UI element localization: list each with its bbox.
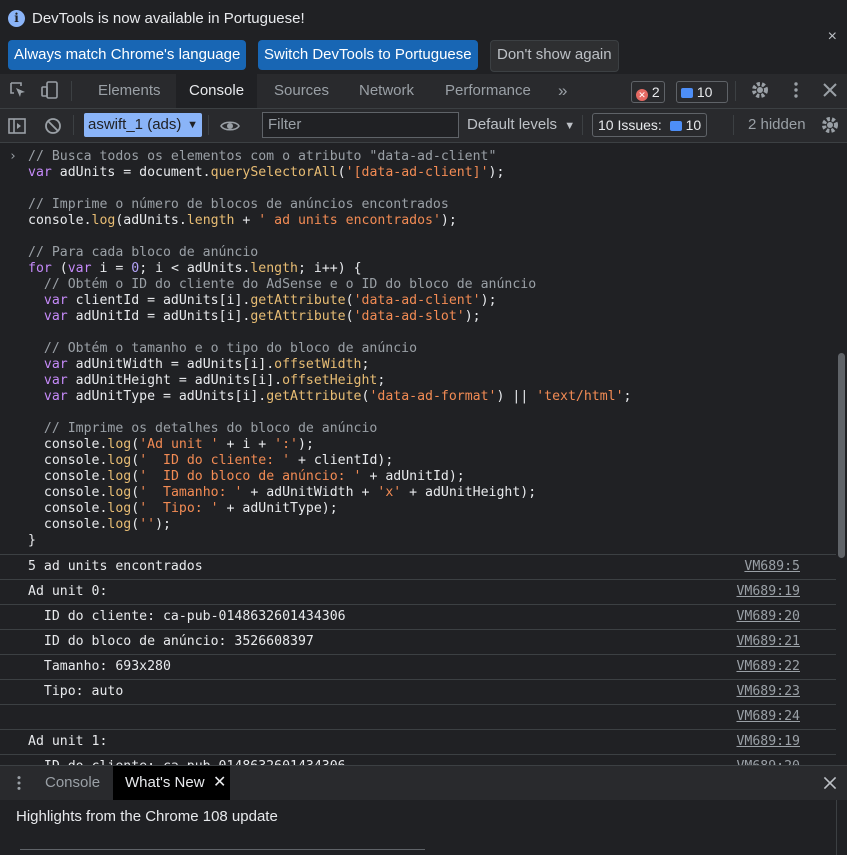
code-input-block[interactable]: ›// Busca todos os elementos com o atrib… bbox=[0, 143, 836, 549]
close-devtools-icon[interactable] bbox=[820, 80, 840, 100]
divider bbox=[20, 849, 425, 850]
log-levels-label: Default levels bbox=[467, 116, 558, 133]
more-options-icon[interactable] bbox=[786, 80, 806, 100]
error-icon: ✕ bbox=[636, 89, 648, 101]
close-tab-icon[interactable]: ✕ bbox=[213, 766, 226, 800]
device-toolbar-icon[interactable] bbox=[40, 80, 60, 100]
whats-new-title: Highlights from the Chrome 108 update bbox=[16, 808, 278, 825]
log-row: 5 ad units encontrados VM689:5 bbox=[0, 554, 836, 579]
tab-elements[interactable]: Elements bbox=[85, 74, 174, 108]
issues-count: 10 bbox=[685, 117, 702, 133]
language-infobar: i DevTools is now available in Portugues… bbox=[0, 0, 847, 75]
drawer-scrollbar[interactable] bbox=[836, 800, 847, 855]
separator bbox=[71, 81, 72, 101]
log-levels-dropdown[interactable]: Default levels ▼ bbox=[467, 116, 575, 133]
message-icon bbox=[669, 121, 682, 131]
drawer-menu-icon[interactable] bbox=[10, 774, 28, 792]
separator bbox=[735, 81, 736, 101]
source-link[interactable]: VM689:24 bbox=[736, 705, 800, 729]
drawer-tab-whats-new[interactable]: What's New ✕ bbox=[113, 766, 230, 800]
log-row: ID do cliente: ca-pub-0148632601434306VM… bbox=[0, 754, 836, 765]
dropdown-arrow-icon: ▼ bbox=[564, 120, 576, 132]
log-row: Tipo: auto VM689:23 bbox=[0, 679, 836, 704]
source-link[interactable]: VM689:20 bbox=[736, 605, 800, 629]
drawer-tab-console[interactable]: Console bbox=[45, 766, 100, 800]
tab-network[interactable]: Network bbox=[346, 74, 427, 108]
separator bbox=[733, 115, 734, 135]
tab-performance[interactable]: Performance bbox=[432, 74, 544, 108]
tab-sources[interactable]: Sources bbox=[261, 74, 342, 108]
close-drawer-icon[interactable] bbox=[822, 775, 838, 791]
console-output: ›// Busca todos os elementos com o atrib… bbox=[0, 143, 836, 765]
errors-count: 2 bbox=[651, 84, 660, 100]
messages-count: 10 bbox=[696, 84, 713, 100]
source-link[interactable]: VM689:5 bbox=[744, 555, 800, 579]
gear-icon[interactable] bbox=[750, 80, 770, 100]
console-scrollbar[interactable] bbox=[836, 143, 847, 765]
separator bbox=[73, 115, 74, 135]
message-icon bbox=[681, 88, 693, 98]
log-row: Tamanho: 693x280 VM689:22 bbox=[0, 654, 836, 679]
close-infobar-icon[interactable]: × bbox=[828, 28, 837, 46]
prompt-chevron-icon: › bbox=[9, 149, 17, 164]
dont-show-again-button[interactable]: Don't show again bbox=[490, 40, 619, 72]
dropdown-arrow-icon: ▼ bbox=[187, 119, 198, 131]
source-link[interactable]: VM689:21 bbox=[736, 630, 800, 654]
separator bbox=[582, 115, 583, 135]
context-selector[interactable]: aswift_1 (ads) ▼ bbox=[84, 113, 202, 137]
messages-badge[interactable]: 10 bbox=[676, 81, 728, 103]
clear-console-icon[interactable] bbox=[43, 116, 63, 136]
always-match-language-button[interactable]: Always match Chrome's language bbox=[8, 40, 247, 70]
whats-new-label: What's New bbox=[125, 774, 205, 791]
issues-button[interactable]: 10 Issues: 10 bbox=[592, 113, 708, 137]
switch-to-portuguese-button[interactable]: Switch DevTools to Portuguese bbox=[258, 40, 478, 70]
log-row: ID do bloco de anúncio: 3526608397 VM689:… bbox=[0, 629, 836, 654]
eye-icon[interactable] bbox=[220, 116, 240, 136]
inspect-element-icon[interactable] bbox=[8, 80, 28, 100]
errors-badge[interactable]: ✕ 2 bbox=[631, 81, 665, 103]
console-settings-gear-icon[interactable] bbox=[820, 115, 840, 135]
tab-console[interactable]: Console bbox=[176, 74, 258, 108]
infobar-message: DevTools is now available in Portuguese! bbox=[32, 10, 305, 27]
source-link[interactable]: VM689:22 bbox=[736, 655, 800, 679]
log-row: VM689:24 bbox=[0, 704, 836, 729]
scrollbar-thumb[interactable] bbox=[838, 353, 845, 558]
filter-input[interactable]: Filter bbox=[262, 112, 459, 138]
devtools-tabbar: Elements Console Sources Network Perform… bbox=[0, 74, 847, 109]
log-row: ID do cliente: ca-pub-0148632601434306VM… bbox=[0, 604, 836, 629]
source-link[interactable]: VM689:19 bbox=[736, 580, 800, 604]
issues-label: 10 Issues: bbox=[598, 117, 662, 133]
more-tabs-icon[interactable]: » bbox=[545, 74, 580, 108]
console-toolbar: aswift_1 (ads) ▼ Filter Default levels ▼… bbox=[0, 109, 847, 143]
source-link[interactable]: VM689:19 bbox=[736, 730, 800, 754]
separator bbox=[208, 115, 209, 135]
drawer-tabbar: Console What's New ✕ bbox=[0, 765, 847, 801]
info-icon: i bbox=[8, 10, 25, 27]
source-link[interactable]: VM689:20 bbox=[736, 755, 800, 765]
show-sidebar-icon[interactable] bbox=[7, 116, 27, 136]
whats-new-panel: Highlights from the Chrome 108 update bbox=[0, 800, 836, 855]
hidden-count: 2 hidden bbox=[748, 116, 806, 133]
log-row: Ad unit 0: VM689:19 bbox=[0, 579, 836, 604]
context-label: aswift_1 (ads) bbox=[88, 116, 182, 133]
source-link[interactable]: VM689:23 bbox=[736, 680, 800, 704]
log-row: Ad unit 1: VM689:19 bbox=[0, 729, 836, 754]
